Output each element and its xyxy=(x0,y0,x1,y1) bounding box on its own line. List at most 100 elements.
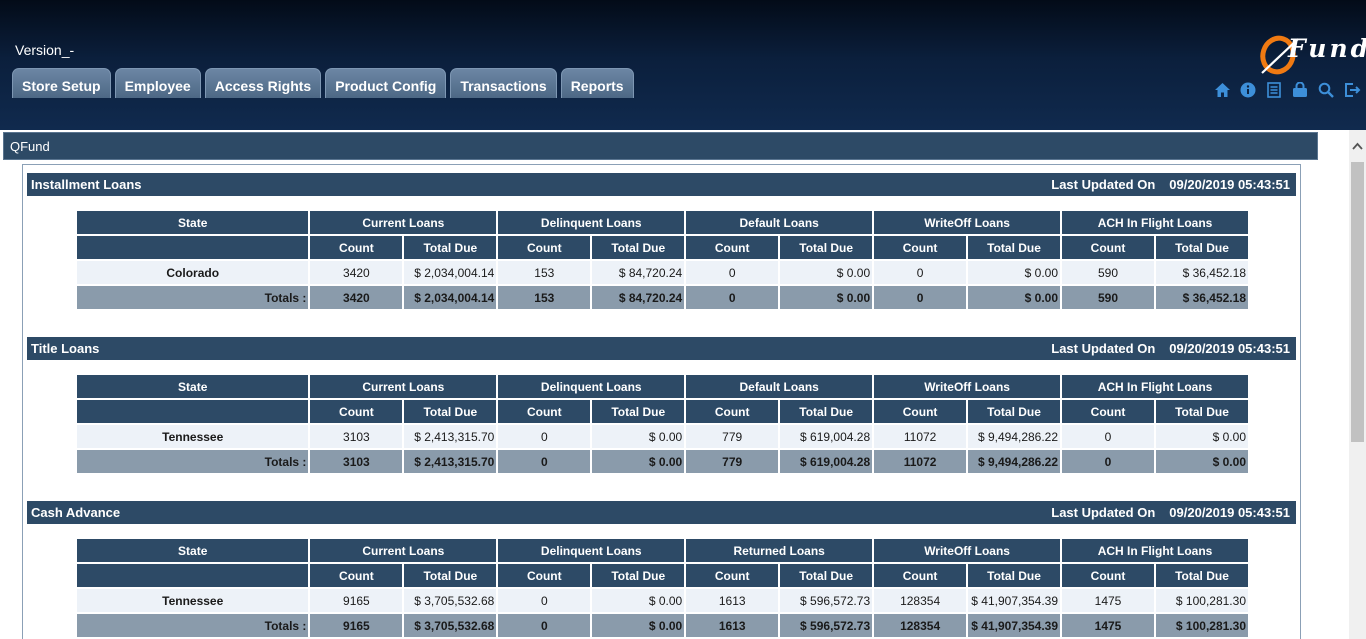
section-title: Installment Loans xyxy=(31,177,142,192)
cell: 1475 xyxy=(1062,589,1154,612)
cell: $ 100,281.30 xyxy=(1155,589,1248,612)
tab-product-config[interactable]: Product Config xyxy=(325,68,447,98)
last-updated-value: 09/20/2019 05:43:51 xyxy=(1169,505,1290,520)
scroll-up-arrow-icon[interactable] xyxy=(1352,142,1363,150)
col-count: Count xyxy=(310,400,403,423)
cell: 9165 xyxy=(310,589,403,612)
state-cell: Colorado xyxy=(77,261,309,284)
state-cell: Tennessee xyxy=(77,589,309,612)
cell: 779 xyxy=(686,425,779,448)
lock-icon[interactable] xyxy=(1291,80,1309,100)
cell: 9165 xyxy=(310,614,403,637)
header-icon-bar xyxy=(1213,80,1361,100)
col-group: Default Loans xyxy=(686,211,873,234)
col-count: Count xyxy=(310,564,403,587)
col-count: Count xyxy=(1062,236,1154,259)
cell: 1613 xyxy=(686,614,779,637)
last-updated: Last Updated On 09/20/2019 05:43:51 xyxy=(1051,173,1290,196)
col-count: Count xyxy=(310,236,403,259)
totals-row: Totals : 9165 $ 3,705,532.68 0 $ 0.00 16… xyxy=(77,614,1248,637)
tab-reports[interactable]: Reports xyxy=(560,68,634,98)
cell: 128354 xyxy=(874,589,967,612)
last-updated: Last Updated On 09/20/2019 05:43:51 xyxy=(1051,501,1290,524)
cell: 0 xyxy=(498,589,591,612)
totals-row: Totals : 3420 $ 2,034,004.14 153 $ 84,72… xyxy=(77,286,1248,309)
col-group: Delinquent Loans xyxy=(498,211,685,234)
col-count: Count xyxy=(498,236,591,259)
scrollbar-thumb[interactable] xyxy=(1351,162,1364,442)
col-blank xyxy=(77,564,309,587)
tab-access-rights[interactable]: Access Rights xyxy=(204,68,322,98)
document-icon[interactable] xyxy=(1265,80,1283,100)
cell: 1475 xyxy=(1062,614,1154,637)
search-icon[interactable] xyxy=(1317,80,1335,100)
col-group: Current Loans xyxy=(310,211,497,234)
col-group: Current Loans xyxy=(310,539,497,562)
info-icon[interactable] xyxy=(1239,80,1257,100)
table-row: Tennessee 9165 $ 3,705,532.68 0 $ 0.00 1… xyxy=(77,589,1248,612)
last-updated: Last Updated On 09/20/2019 05:43:51 xyxy=(1051,337,1290,360)
cell: $ 36,452.18 xyxy=(1155,261,1248,284)
col-total-due: Total Due xyxy=(1155,564,1248,587)
cell: 3103 xyxy=(310,450,403,473)
col-group: Current Loans xyxy=(310,375,497,398)
cell: 0 xyxy=(874,286,967,309)
cell: 0 xyxy=(498,614,591,637)
totals-label: Totals : xyxy=(77,614,309,637)
cell: $ 0.00 xyxy=(780,261,873,284)
section-title: Cash Advance xyxy=(31,505,121,520)
cell: 779 xyxy=(686,450,779,473)
section-header-title-loans: Title Loans Last Updated On 09/20/2019 05… xyxy=(27,337,1296,360)
col-group: Delinquent Loans xyxy=(498,539,685,562)
cell: $ 0.00 xyxy=(1155,450,1248,473)
col-total-due: Total Due xyxy=(1155,400,1248,423)
totals-row: Totals : 3103 $ 2,413,315.70 0 $ 0.00 77… xyxy=(77,450,1248,473)
cell: 0 xyxy=(1062,425,1154,448)
tab-employee[interactable]: Employee xyxy=(114,68,201,98)
cell: $ 0.00 xyxy=(1155,425,1248,448)
main-nav-tabs: Store Setup Employee Access Rights Produ… xyxy=(12,68,634,98)
section-header-cash-advance: Cash Advance Last Updated On 09/20/2019 0… xyxy=(27,501,1296,524)
cell: $ 2,034,004.14 xyxy=(404,261,497,284)
col-total-due: Total Due xyxy=(968,400,1061,423)
cell: $ 596,572.73 xyxy=(780,614,873,637)
dashboard-panel: Installment Loans Last Updated On 09/20/2… xyxy=(22,164,1301,639)
col-total-due: Total Due xyxy=(968,236,1061,259)
col-total-due: Total Due xyxy=(968,564,1061,587)
col-total-due: Total Due xyxy=(780,564,873,587)
cell: $ 41,907,354.39 xyxy=(968,589,1061,612)
vertical-scrollbar[interactable] xyxy=(1349,130,1366,639)
cell: 590 xyxy=(1062,261,1154,284)
cell: $ 619,004.28 xyxy=(780,425,873,448)
col-state: State xyxy=(77,375,309,398)
cell: $ 41,907,354.39 xyxy=(968,614,1061,637)
last-updated-label: Last Updated On xyxy=(1051,177,1156,192)
col-group: WriteOff Loans xyxy=(874,375,1061,398)
cell: 590 xyxy=(1062,286,1154,309)
cell: $ 0.00 xyxy=(592,614,685,637)
home-icon[interactable] xyxy=(1213,80,1231,100)
tab-transactions[interactable]: Transactions xyxy=(450,68,557,98)
col-group: Default Loans xyxy=(686,375,873,398)
col-count: Count xyxy=(498,400,591,423)
table-row: Colorado 3420 $ 2,034,004.14 153 $ 84,72… xyxy=(77,261,1248,284)
col-group: Returned Loans xyxy=(686,539,873,562)
col-total-due: Total Due xyxy=(592,564,685,587)
cell: $ 0.00 xyxy=(592,450,685,473)
panel-title: QFund xyxy=(3,132,1318,160)
cell: 11072 xyxy=(874,450,967,473)
logout-icon[interactable] xyxy=(1343,80,1361,100)
cell: $ 0.00 xyxy=(592,425,685,448)
cell: 0 xyxy=(874,261,967,284)
col-total-due: Total Due xyxy=(592,400,685,423)
col-state: State xyxy=(77,539,309,562)
cell: $ 84,720.24 xyxy=(592,286,685,309)
qfund-logo: Fund xyxy=(1258,33,1366,79)
last-updated-value: 09/20/2019 05:43:51 xyxy=(1169,177,1290,192)
col-count: Count xyxy=(686,564,779,587)
col-group: Delinquent Loans xyxy=(498,375,685,398)
tab-store-setup[interactable]: Store Setup xyxy=(12,68,111,98)
cell: $ 2,034,004.14 xyxy=(404,286,497,309)
cell: $ 36,452.18 xyxy=(1155,286,1248,309)
cell: $ 0.00 xyxy=(968,286,1061,309)
